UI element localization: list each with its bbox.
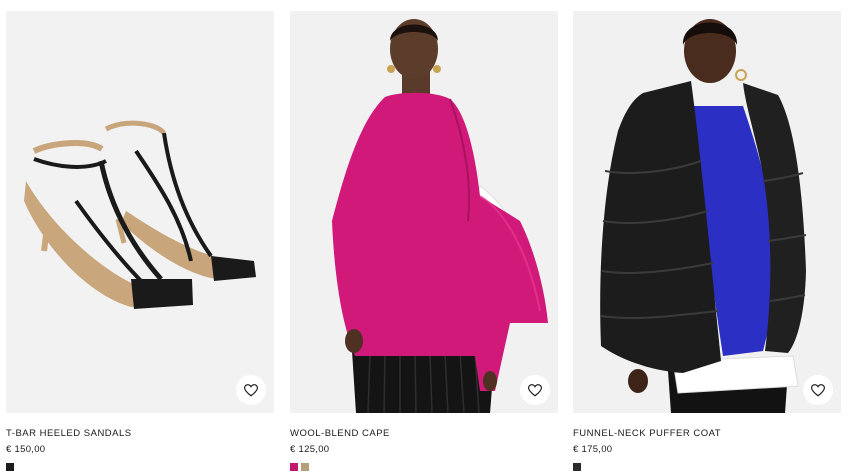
product-image[interactable] bbox=[290, 11, 558, 413]
color-swatch[interactable] bbox=[290, 463, 298, 471]
color-swatches bbox=[6, 463, 274, 471]
favorite-button[interactable] bbox=[520, 375, 550, 405]
cape-image bbox=[290, 11, 558, 413]
product-price: € 175,00 bbox=[573, 444, 613, 455]
product-title[interactable]: WOOL-BLEND CAPE bbox=[290, 428, 558, 440]
product-price: € 150,00 bbox=[6, 444, 46, 455]
product-price: € 125,00 bbox=[290, 444, 330, 455]
product-image[interactable] bbox=[6, 11, 274, 413]
sandals-image bbox=[6, 11, 274, 413]
heart-outline-icon bbox=[244, 383, 258, 396]
color-swatches bbox=[290, 463, 558, 471]
heart-outline-icon bbox=[528, 383, 542, 396]
product-card[interactable]: WOOL-BLEND CAPE € 125,00 bbox=[290, 11, 558, 471]
heart-outline-icon bbox=[811, 383, 825, 396]
product-card[interactable]: T-BAR HEELED SANDALS € 150,00 bbox=[6, 11, 274, 471]
product-title[interactable]: T-BAR HEELED SANDALS bbox=[6, 428, 274, 440]
puffer-coat-image bbox=[573, 11, 841, 413]
color-swatches bbox=[573, 463, 841, 471]
favorite-button[interactable] bbox=[803, 375, 833, 405]
product-card[interactable]: FUNNEL-NECK PUFFER COAT € 175,00 bbox=[573, 11, 841, 471]
favorite-button[interactable] bbox=[236, 375, 266, 405]
color-swatch[interactable] bbox=[6, 463, 14, 471]
product-title[interactable]: FUNNEL-NECK PUFFER COAT bbox=[573, 428, 841, 440]
color-swatch[interactable] bbox=[573, 463, 581, 471]
product-image[interactable] bbox=[573, 11, 841, 413]
color-swatch[interactable] bbox=[301, 463, 309, 471]
